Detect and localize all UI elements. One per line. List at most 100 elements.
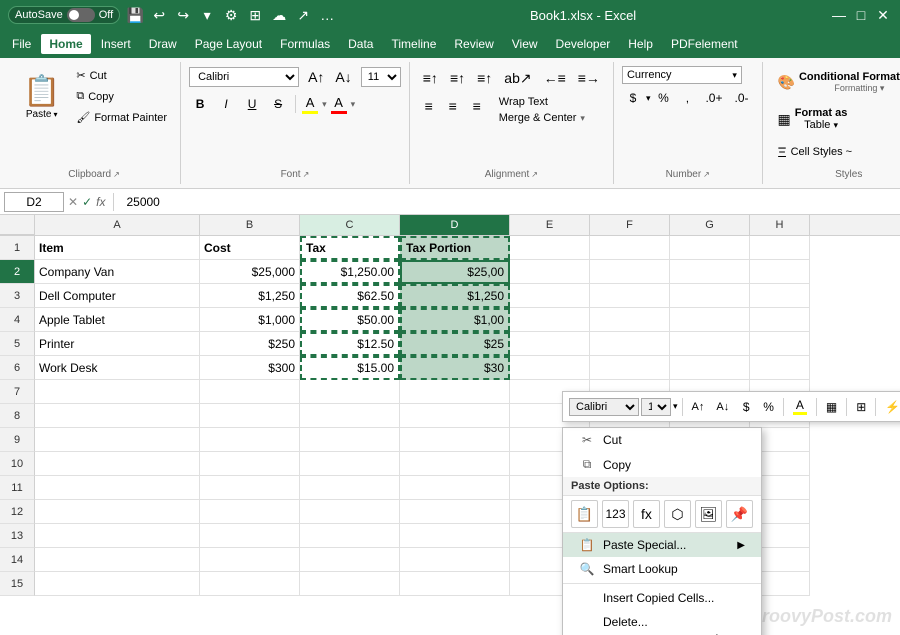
formula-fx[interactable]: fx	[96, 195, 105, 209]
cell-d7[interactable]	[400, 380, 510, 404]
highlight-color-button[interactable]: A	[302, 95, 318, 114]
window-controls[interactable]: — □ ✕	[830, 6, 892, 24]
cell-b4[interactable]: $1,000	[200, 308, 300, 332]
highlight-dropdown[interactable]: ▾	[322, 99, 327, 110]
align-top-center-button[interactable]: ≡↑	[445, 66, 470, 91]
cell-d5[interactable]: $25	[400, 332, 510, 356]
cell-h5[interactable]	[750, 332, 810, 356]
row-number-2[interactable]: 2	[0, 260, 35, 284]
context-copy[interactable]: ⧉ Copy	[563, 452, 761, 477]
mini-merge-icon[interactable]: ⊞	[851, 397, 871, 417]
autosave-badge[interactable]: AutoSave Off	[8, 6, 120, 24]
cell-reference-box[interactable]	[4, 192, 64, 212]
cell-b5[interactable]: $250	[200, 332, 300, 356]
cell-c2[interactable]: $1,250.00	[300, 260, 400, 284]
increase-decimal-button[interactable]: .0+	[700, 88, 727, 108]
strikethrough-button[interactable]: S	[267, 94, 289, 114]
paste-icon-1[interactable]: 📋	[571, 500, 598, 528]
cell-f2[interactable]	[590, 260, 670, 284]
row-number-13[interactable]: 13	[0, 524, 35, 548]
col-header-d[interactable]: D	[400, 215, 510, 235]
mini-size-arrow[interactable]: ▾	[673, 401, 678, 412]
row-number-15[interactable]: 15	[0, 572, 35, 596]
font-expand-icon[interactable]: ↗	[303, 170, 310, 179]
col-header-b[interactable]: B	[200, 215, 300, 235]
undo-icon[interactable]: ↩	[150, 6, 168, 24]
cell-b6[interactable]: $300	[200, 356, 300, 380]
autosave-toggle[interactable]	[67, 8, 95, 22]
menu-timeline[interactable]: Timeline	[383, 34, 444, 54]
cell-h1[interactable]	[750, 236, 810, 260]
row-number-6[interactable]: 6	[0, 356, 35, 380]
cell-h6[interactable]	[750, 356, 810, 380]
menu-home[interactable]: Home	[41, 34, 90, 54]
mini-size-select[interactable]: 11	[641, 398, 671, 416]
customize-icon[interactable]: ▾	[198, 6, 216, 24]
context-smart-lookup[interactable]: 🔍 Smart Lookup	[563, 557, 761, 581]
menu-file[interactable]: File	[4, 34, 39, 54]
cell-f1[interactable]	[590, 236, 670, 260]
text-angle-button[interactable]: ab↗	[499, 66, 536, 91]
cell-h4[interactable]	[750, 308, 810, 332]
cell-a5[interactable]: Printer	[35, 332, 200, 356]
minimize-button[interactable]: —	[830, 6, 848, 24]
indent-left-button[interactable]: ←≡	[539, 66, 571, 91]
cell-c5[interactable]: $12.50	[300, 332, 400, 356]
format-painter-button[interactable]: 🖌 Format Painter	[71, 108, 172, 127]
mini-lightning-icon[interactable]: ⚡	[880, 397, 900, 417]
row-number-9[interactable]: 9	[0, 428, 35, 452]
cell-a1[interactable]: Item	[35, 236, 200, 260]
cell-c6[interactable]: $15.00	[300, 356, 400, 380]
mini-dollar-icon[interactable]: $	[736, 397, 756, 417]
font-family-select[interactable]: Calibri	[189, 67, 299, 87]
menu-page-layout[interactable]: Page Layout	[187, 34, 270, 54]
number-format-dropdown[interactable]: Currency ▾	[622, 66, 742, 84]
cell-f5[interactable]	[590, 332, 670, 356]
cell-a2[interactable]: Company Van	[35, 260, 200, 284]
mini-grow-icon[interactable]: A↑	[687, 398, 710, 416]
cell-d4[interactable]: $1,00	[400, 308, 510, 332]
conditional-formatting-button[interactable]: 🎨 Conditional Formatting Formatting ▾	[771, 66, 900, 99]
mini-highlight-button[interactable]: A	[788, 395, 812, 418]
italic-button[interactable]: I	[215, 94, 237, 114]
cell-e2[interactable]	[510, 260, 590, 284]
cell-a6[interactable]: Work Desk	[35, 356, 200, 380]
close-button[interactable]: ✕	[874, 6, 892, 24]
merge-center-button[interactable]: Merge & Center ▾	[494, 110, 590, 126]
font-color-button[interactable]: A	[331, 95, 347, 114]
row-number-3[interactable]: 3	[0, 284, 35, 308]
comma-button[interactable]: ,	[676, 88, 698, 108]
formula-cancel[interactable]: ✕	[68, 195, 78, 209]
col-header-h[interactable]: H	[750, 215, 810, 235]
row-number-14[interactable]: 14	[0, 548, 35, 572]
save-icon[interactable]: 💾	[126, 6, 144, 24]
mini-border-icon[interactable]: ▦	[821, 397, 842, 417]
paste-icon-6[interactable]: 📌	[726, 500, 753, 528]
currency-dropdown[interactable]: ▾	[646, 93, 651, 104]
font-color-dropdown[interactable]: ▾	[351, 99, 356, 110]
row-number-10[interactable]: 10	[0, 452, 35, 476]
cell-c3[interactable]: $62.50	[300, 284, 400, 308]
cell-f4[interactable]	[590, 308, 670, 332]
col-header-f[interactable]: F	[590, 215, 670, 235]
number-expand-icon[interactable]: ↗	[703, 170, 710, 179]
row-number-4[interactable]: 4	[0, 308, 35, 332]
alignment-expand-icon[interactable]: ↗	[531, 170, 538, 179]
cell-g2[interactable]	[670, 260, 750, 284]
font-grow-button[interactable]: A↑	[303, 66, 329, 88]
copy-button[interactable]: ⧉ Copy	[71, 87, 172, 106]
cell-b3[interactable]: $1,250	[200, 284, 300, 308]
cell-h2[interactable]	[750, 260, 810, 284]
cell-e1[interactable]	[510, 236, 590, 260]
align-right-button[interactable]: ≡	[466, 94, 488, 126]
mini-font-select[interactable]: Calibri	[569, 398, 639, 416]
paste-icon-4[interactable]: ⬡	[664, 500, 691, 528]
cell-c7[interactable]	[300, 380, 400, 404]
clipboard-expand-icon[interactable]: ↗	[113, 170, 120, 179]
formula-confirm[interactable]: ✓	[82, 195, 92, 209]
cell-f3[interactable]	[590, 284, 670, 308]
cell-d2[interactable]: $25,00	[400, 260, 510, 284]
cell-e4[interactable]	[510, 308, 590, 332]
cell-g4[interactable]	[670, 308, 750, 332]
cell-b2[interactable]: $25,000	[200, 260, 300, 284]
